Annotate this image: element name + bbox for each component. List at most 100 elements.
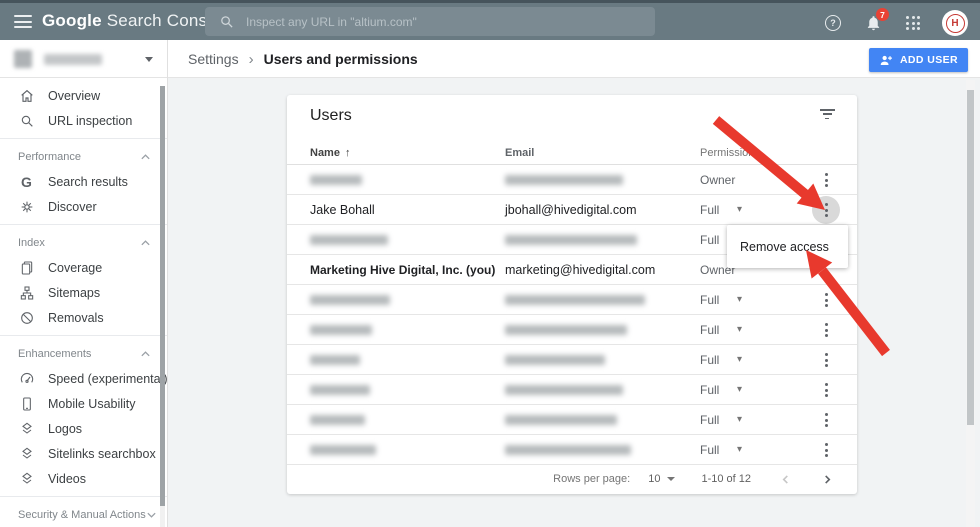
sidebar-section-index[interactable]: Index [0,230,167,255]
sidebar-item-videos[interactable]: Videos [0,466,167,491]
permission-cell: Owner [700,165,735,194]
brand-google: Google [42,11,102,30]
redacted-name [310,414,365,425]
table-row: Full ▾ [287,315,857,345]
kebab-menu-icon[interactable] [812,376,840,404]
kebab-menu-icon[interactable] [812,406,840,434]
card-title: Users [310,107,352,124]
person-add-icon [879,53,894,68]
sidebar-item-mobile-usability[interactable]: Mobile Usability [0,391,167,416]
kebab-menu-icon[interactable] [812,436,840,464]
app-logo[interactable]: Google Search Console [42,11,231,31]
kebab-menu-icon[interactable] [812,346,840,374]
next-page-icon[interactable] [819,471,835,487]
sidebar-item-label: Sitemaps [48,285,101,300]
sidebar-item-discover[interactable]: Discover [0,194,167,219]
permission-dropdown[interactable]: ▾ [737,375,742,404]
section-label: Performance [18,150,81,163]
breadcrumb-settings[interactable]: Settings [188,51,239,67]
table-row: Full ▾ [287,435,857,465]
sidebar-section-security-manual-actions[interactable]: Security & Manual Actions [0,502,167,527]
sidebar-item-label: URL inspection [48,113,133,128]
sidebar-item-label: Removals [48,310,104,325]
column-header-email: Email [505,147,535,159]
permission-value: Full [700,322,720,337]
breadcrumb-separator-icon: › [248,50,254,68]
user-email-cell [505,315,627,344]
column-header-name[interactable]: Name ↑ [310,142,350,164]
sidebar-item-sitemaps[interactable]: Sitemaps [0,280,167,305]
redacted-name [310,444,376,455]
permission-cell: Full [700,285,719,314]
user-name-cell [310,225,388,254]
sidebar-item-url-inspection[interactable]: URL inspection [0,108,167,133]
permission-dropdown[interactable]: ▾ [737,405,742,434]
sidebar-item-coverage[interactable]: Coverage [0,255,167,280]
sidebar-item-logos[interactable]: Logos [0,416,167,441]
page-scrollbar [966,80,975,527]
table-row: Full ▾ [287,405,857,435]
sidebar-scrollbar [160,86,165,527]
sidebar-item-label: Coverage [48,260,103,275]
property-name-redacted [44,54,102,65]
sidebar-item-sitelinks-searchbox[interactable]: Sitelinks searchbox [0,441,167,466]
avatar[interactable]: H [942,10,968,36]
sidebar-divider [0,496,167,497]
sidebar-item-removals[interactable]: Removals [0,305,167,330]
kebab-menu-icon[interactable] [812,316,840,344]
redacted-name [310,324,372,335]
hamburger-menu-icon[interactable] [14,15,32,28]
column-header-permission: Permission [700,147,755,159]
permission-dropdown[interactable]: ▾ [737,285,742,314]
rows-per-page-select[interactable]: 10 [648,473,676,485]
user-email-cell [505,225,637,254]
sidebar-item-speed-experimental[interactable]: Speed (experimental) [0,366,168,391]
sidebar-divider [0,138,167,139]
add-user-button[interactable]: ADD USER [868,48,968,72]
table-header-row: Name ↑ Email Permission [287,142,857,165]
redacted-email [505,174,623,185]
remove-access-menu-item[interactable]: Remove access [727,240,829,254]
permission-dropdown[interactable]: ▾ [737,435,742,464]
user-name: Jake Bohall [310,202,375,217]
permission-cell: Full [700,435,719,464]
user-email-cell [505,375,623,404]
sidebar-item-label: Mobile Usability [48,396,136,411]
permission-cell: Full [700,375,719,404]
user-name-cell [310,375,370,404]
search-placeholder: Inspect any URL in "altium.com" [246,14,417,29]
user-email-cell [505,165,623,194]
breadcrumb: Settings › Users and permissions [188,40,418,78]
sidebar-item-label: Discover [48,199,97,214]
sidebar-section-enhancements[interactable]: Enhancements [0,341,167,366]
kebab-menu-icon[interactable] [812,196,840,224]
sidebar-item-overview[interactable]: Overview [0,83,167,108]
redacted-email [505,324,627,335]
search-input[interactable]: Inspect any URL in "altium.com" [205,7,655,36]
speed-icon [18,370,35,387]
sidebar-section-performance[interactable]: Performance [0,144,167,169]
user-email-cell [505,345,605,374]
previous-page-icon [777,471,793,487]
apps-grid-icon[interactable] [902,12,924,34]
notifications-bell-icon[interactable]: 7 [862,8,889,34]
permission-dropdown[interactable]: ▾ [737,195,742,224]
filter-icon[interactable] [817,105,837,123]
permission-dropdown[interactable]: ▾ [737,315,742,344]
permission-dropdown[interactable]: ▾ [737,345,742,374]
help-icon[interactable]: ? [822,12,844,34]
chevron-down-icon [667,477,676,481]
sidebar-scrollbar-thumb[interactable] [160,86,165,506]
sidebar: Overview URL inspection Performance G Search… [0,40,168,527]
kebab-menu-icon[interactable] [812,286,840,314]
table-row: Full ▾ [287,285,857,315]
pagination-range: 1-10 of 12 [701,473,751,485]
property-selector[interactable] [0,40,167,78]
sidebar-item-search-results[interactable]: G Search results [0,169,167,194]
breadcrumb-current: Users and permissions [263,51,418,67]
context-menu: Remove access [727,225,848,268]
kebab-menu-icon[interactable] [812,166,840,194]
main-content: Users Name ↑ Email Permission Owner Jake B… [168,78,980,527]
search-icon [219,14,234,29]
page-scrollbar-thumb[interactable] [967,90,974,425]
